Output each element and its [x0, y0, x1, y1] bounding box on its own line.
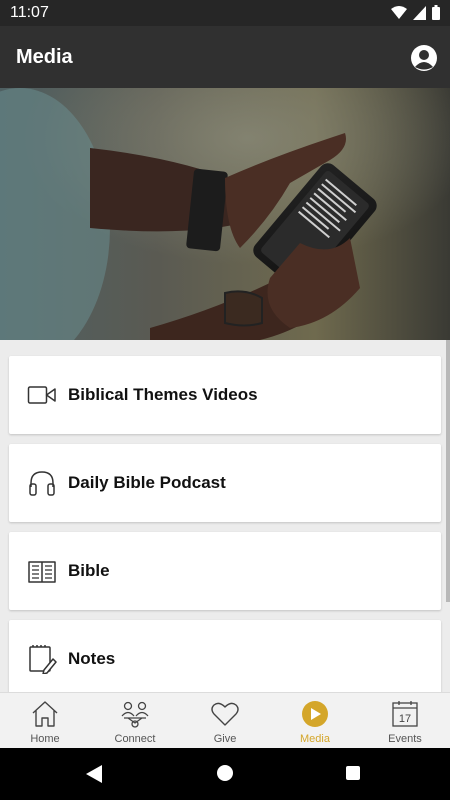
play-icon	[302, 701, 328, 727]
menu-item-notes[interactable]: Notes	[9, 620, 441, 692]
video-camera-icon	[27, 386, 56, 404]
menu-item-label: Biblical Themes Videos	[68, 385, 258, 404]
bottom-nav: Home Connect Give Media 17 Events	[0, 692, 450, 748]
nav-label: Events	[388, 733, 422, 745]
profile-button[interactable]	[411, 45, 437, 71]
nav-label: Connect	[114, 733, 156, 745]
nav-label: Media	[300, 733, 330, 745]
nav-item-home[interactable]: Home	[0, 693, 90, 748]
nav-label: Home	[30, 733, 60, 745]
nav-item-give[interactable]: Give	[180, 693, 270, 748]
heart-icon	[211, 702, 239, 726]
scrollbar[interactable]	[446, 340, 450, 602]
calendar-icon: 17	[392, 701, 418, 727]
house-icon	[32, 701, 58, 727]
open-book-icon	[28, 561, 56, 583]
notepad-pencil-icon	[29, 645, 57, 674]
media-menu-list: Biblical Themes Videos Daily Bible Podca…	[0, 340, 450, 692]
wifi-icon	[391, 5, 407, 19]
app-bar: Media	[0, 26, 450, 88]
nav-item-events[interactable]: 17 Events	[360, 693, 450, 748]
home-circle-icon[interactable]	[217, 765, 233, 781]
profile-icon	[411, 45, 437, 71]
signal-icon	[413, 5, 426, 20]
menu-item-label: Notes	[68, 649, 116, 668]
headphones-icon	[29, 471, 55, 496]
status-icons	[391, 5, 440, 20]
back-icon[interactable]	[85, 764, 103, 784]
menu-item-bible[interactable]: Bible	[9, 532, 441, 610]
menu-item-label: Daily Bible Podcast	[68, 473, 226, 492]
nav-label: Give	[213, 733, 237, 745]
recent-apps-icon[interactable]	[346, 766, 360, 780]
page-title: Media	[16, 46, 73, 68]
hero-image	[0, 88, 450, 340]
status-bar: 11:07	[0, 0, 450, 26]
nav-item-media[interactable]: Media	[270, 693, 360, 748]
menu-item-biblical-themes-videos[interactable]: Biblical Themes Videos	[9, 356, 441, 434]
system-nav-bar	[0, 748, 450, 800]
menu-item-daily-bible-podcast[interactable]: Daily Bible Podcast	[9, 444, 441, 522]
menu-item-label: Bible	[68, 561, 110, 580]
calendar-day: 17	[399, 713, 411, 725]
battery-icon	[432, 5, 440, 20]
nav-item-connect[interactable]: Connect	[90, 693, 180, 748]
people-icon	[121, 701, 149, 728]
status-time: 11:07	[10, 4, 49, 21]
